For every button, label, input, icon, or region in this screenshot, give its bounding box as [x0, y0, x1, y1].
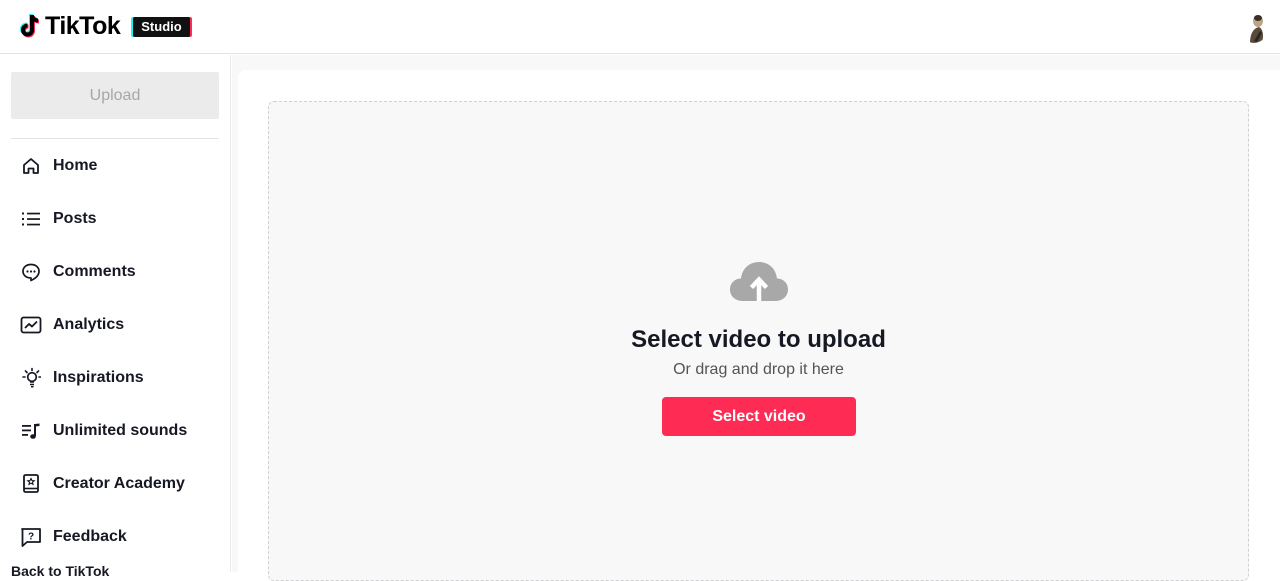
- tiktok-note-icon: [20, 13, 40, 38]
- upload-card: Select video to upload Or drag and drop …: [238, 70, 1280, 581]
- sidebar-item-posts[interactable]: Posts: [11, 199, 219, 239]
- svg-text:?: ?: [28, 532, 34, 543]
- sidebar-item-label: Posts: [53, 210, 97, 227]
- sidebar-item-analytics[interactable]: Analytics: [11, 305, 219, 345]
- studio-badge: Studio: [133, 17, 190, 37]
- comment-icon: [20, 261, 42, 283]
- top-header: TikTok Studio: [0, 0, 1280, 54]
- cloud-upload-icon: [730, 262, 788, 301]
- feedback-icon: ?: [20, 526, 42, 548]
- music-list-icon: [20, 420, 42, 442]
- dropzone-title: Select video to upload: [631, 326, 886, 353]
- upload-button[interactable]: Upload: [11, 72, 219, 119]
- sidebar-item-label: Unlimited sounds: [53, 422, 188, 439]
- analytics-icon: [20, 314, 42, 336]
- sidebar-item-label: Comments: [53, 263, 136, 280]
- main-content: Select video to upload Or drag and drop …: [232, 55, 1280, 581]
- home-icon: [20, 155, 42, 177]
- avatar-image: [1250, 15, 1263, 43]
- sidebar-item-label: Analytics: [53, 316, 125, 333]
- tiktok-studio-logo[interactable]: TikTok Studio: [19, 11, 190, 41]
- sidebar-item-unlimited-sounds[interactable]: Unlimited sounds: [11, 411, 219, 451]
- sidebar-item-label: Creator Academy: [53, 475, 185, 492]
- sidebar-item-home[interactable]: Home: [11, 146, 219, 186]
- sidebar: Upload Home Posts Comments Analytics Ins…: [0, 55, 231, 579]
- sidebar-item-creator-academy[interactable]: Creator Academy: [11, 464, 219, 504]
- list-icon: [20, 208, 42, 230]
- lightbulb-icon: [20, 367, 42, 389]
- back-to-tiktok-link[interactable]: Back to TikTok: [11, 563, 109, 579]
- sidebar-item-feedback[interactable]: ? Feedback: [11, 517, 219, 557]
- avatar[interactable]: [1240, 11, 1268, 43]
- sidebar-item-label: Home: [53, 157, 98, 174]
- dropzone-subtitle: Or drag and drop it here: [673, 361, 844, 378]
- upload-dropzone[interactable]: Select video to upload Or drag and drop …: [268, 101, 1249, 581]
- academy-book-icon: [20, 473, 42, 495]
- sidebar-item-comments[interactable]: Comments: [11, 252, 219, 292]
- select-video-button[interactable]: Select video: [662, 397, 856, 436]
- sidebar-divider: [11, 138, 219, 139]
- sidebar-item-inspirations[interactable]: Inspirations: [11, 358, 219, 398]
- brand-name: TikTok: [45, 12, 121, 40]
- sidebar-item-label: Inspirations: [53, 369, 144, 386]
- sidebar-item-label: Feedback: [53, 528, 127, 545]
